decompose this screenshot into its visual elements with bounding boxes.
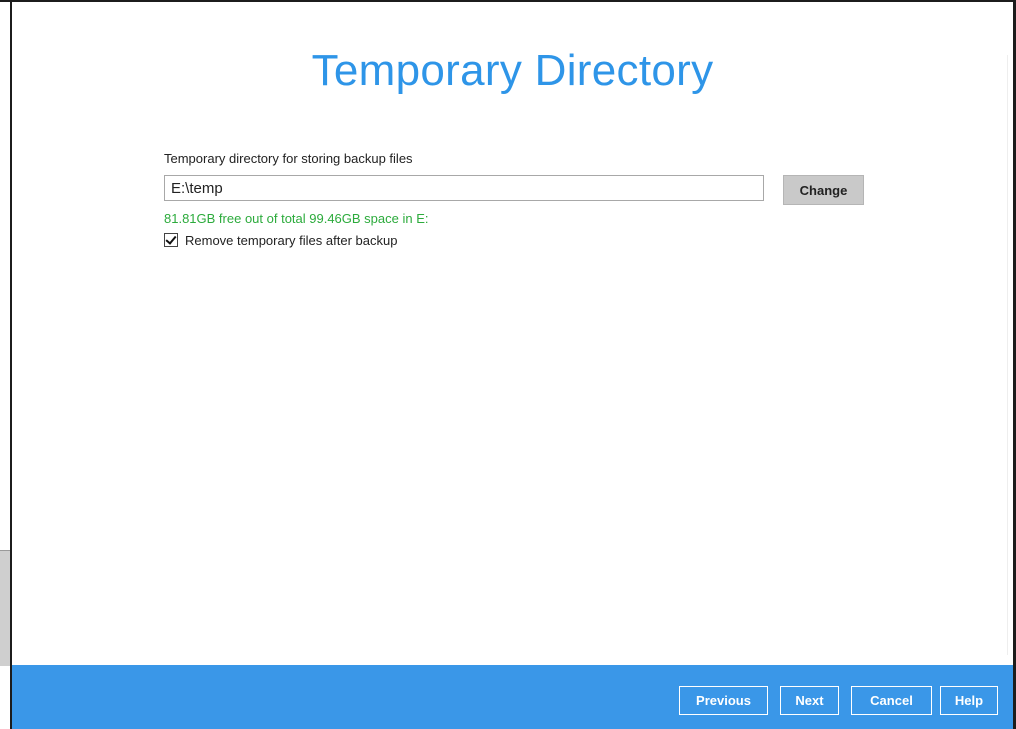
background-window-strip bbox=[0, 550, 10, 666]
wizard-window: Temporary Directory Temporary directory … bbox=[0, 0, 1016, 729]
cancel-button[interactable]: Cancel bbox=[851, 686, 932, 715]
temp-directory-label: Temporary directory for storing backup f… bbox=[164, 151, 413, 166]
remove-temp-files-label: Remove temporary files after backup bbox=[185, 233, 398, 248]
free-space-info: 81.81GB free out of total 99.46GB space … bbox=[164, 211, 429, 226]
temp-directory-input[interactable] bbox=[164, 175, 764, 201]
change-button[interactable]: Change bbox=[783, 175, 864, 205]
window-top-border bbox=[0, 0, 1016, 2]
previous-button[interactable]: Previous bbox=[679, 686, 768, 715]
remove-temp-files-checkbox[interactable] bbox=[164, 233, 178, 247]
footer-bar: Previous Next Cancel Help bbox=[12, 665, 1013, 729]
help-button[interactable]: Help bbox=[940, 686, 998, 715]
next-button[interactable]: Next bbox=[780, 686, 839, 715]
window-left-border bbox=[10, 0, 12, 729]
right-side-divider bbox=[1007, 55, 1014, 655]
page-title: Temporary Directory bbox=[311, 46, 714, 95]
